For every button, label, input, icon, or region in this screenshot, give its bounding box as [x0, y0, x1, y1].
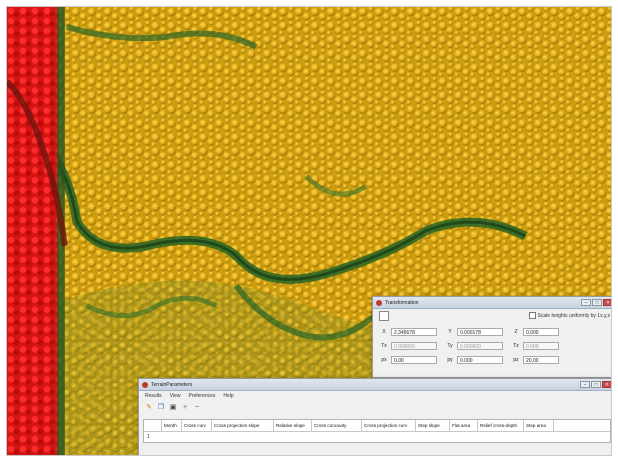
header-corner [144, 420, 162, 431]
table-header: Month Cross curv Cross projection slope Rel… [144, 420, 610, 432]
save-icon[interactable]: ▣ [169, 404, 177, 412]
menu-item[interactable]: View [170, 393, 181, 400]
transform-parameter-grid: X 2.345678 Y 0.000178 Z 0.000 Tx 0.000000 Ty 0.00… [373, 325, 611, 367]
param-field[interactable]: 0.000 [523, 328, 559, 336]
scale-heights-checkbox[interactable] [528, 312, 536, 319]
param-label: Y [448, 329, 452, 335]
column-header[interactable]: Step area [524, 420, 554, 431]
transform-row: X 2.345678 Y 0.000178 Z 0.000 [373, 325, 611, 339]
param-field[interactable]: 0.000000 [457, 342, 503, 350]
pencil-icon[interactable]: ✎ [145, 404, 153, 412]
column-header[interactable]: Relative slope [274, 420, 312, 431]
scale-heights-option[interactable]: Scale heights uniformly by 1x,y,z [389, 309, 611, 320]
column-header[interactable]: Step slope [416, 420, 450, 431]
dialog-title: Transformation [385, 299, 419, 306]
menu-item[interactable]: Results [145, 393, 162, 400]
window-titlebar: TerrainParameters – □ × [139, 379, 611, 391]
column-header[interactable]: Flat area [450, 420, 478, 431]
transform-row: Tx 0.000000 Ty 0.000000 Tz 0.000 [373, 339, 611, 353]
param-field[interactable]: 0.000000 [391, 342, 437, 350]
param-label: py [447, 357, 453, 363]
window-title: TerrainParameters [151, 381, 193, 388]
app-icon [142, 381, 148, 388]
scale-heights-label: Scale heights uniformly by 1x,y,z [537, 312, 610, 319]
menu-item[interactable]: Help [223, 393, 233, 400]
param-field[interactable]: 0.00 [391, 356, 437, 364]
transform-row: px 0.00 py 0.000 pz 20.00 [373, 353, 611, 367]
transform-tool-icon[interactable] [379, 311, 389, 321]
param-label: px [381, 357, 387, 363]
param-label: Tz [513, 343, 519, 349]
minimize-button[interactable]: – [581, 299, 591, 306]
column-header[interactable]: Cross concavity [312, 420, 362, 431]
row-index: 1 [147, 434, 150, 440]
param-label: Tx [381, 343, 387, 349]
param-label: X [382, 329, 386, 335]
param-field[interactable]: 0.000 [523, 342, 559, 350]
param-label: Z [514, 329, 518, 335]
remove-icon[interactable]: − [193, 404, 201, 412]
dialog-titlebar: Transformation – □ × [373, 297, 611, 309]
toolbar: ✎ ❐ ▣ + − [139, 402, 611, 414]
terrain-parameters-window: TerrainParameters – □ × Results View Prefe… [138, 378, 611, 455]
menu-bar: Results View Preferences Help [139, 391, 611, 402]
close-button[interactable]: × [603, 299, 611, 306]
param-field[interactable]: 2.345678 [391, 328, 437, 336]
app-icon [376, 299, 382, 306]
maximize-button[interactable]: □ [591, 381, 601, 388]
param-field[interactable]: 20.00 [523, 356, 559, 364]
param-field[interactable]: 0.000178 [457, 328, 503, 336]
results-table: Month Cross curv Cross projection slope Rel… [143, 419, 611, 443]
column-header[interactable]: Month [162, 420, 182, 431]
viewport-frame: Transformation – □ × Scale heights unifo… [6, 6, 612, 456]
column-header[interactable]: Cross projection curv [362, 420, 416, 431]
add-icon[interactable]: + [181, 404, 189, 412]
column-header[interactable]: Relief cross-depth [478, 420, 524, 431]
param-label: pz [513, 357, 519, 363]
maximize-button[interactable]: □ [592, 299, 602, 306]
table-row[interactable]: 1 [144, 432, 610, 442]
param-field[interactable]: 0.000 [457, 356, 503, 364]
close-button[interactable]: × [602, 381, 611, 388]
param-label: Ty [447, 343, 453, 349]
transformation-dialog: Transformation – □ × Scale heights unifo… [372, 296, 611, 378]
minimize-button[interactable]: – [580, 381, 590, 388]
menu-item[interactable]: Preferences [188, 393, 215, 400]
column-header[interactable]: Cross projection slope [212, 420, 274, 431]
column-header[interactable]: Cross curv [182, 420, 212, 431]
copy-icon[interactable]: ❐ [157, 404, 165, 412]
